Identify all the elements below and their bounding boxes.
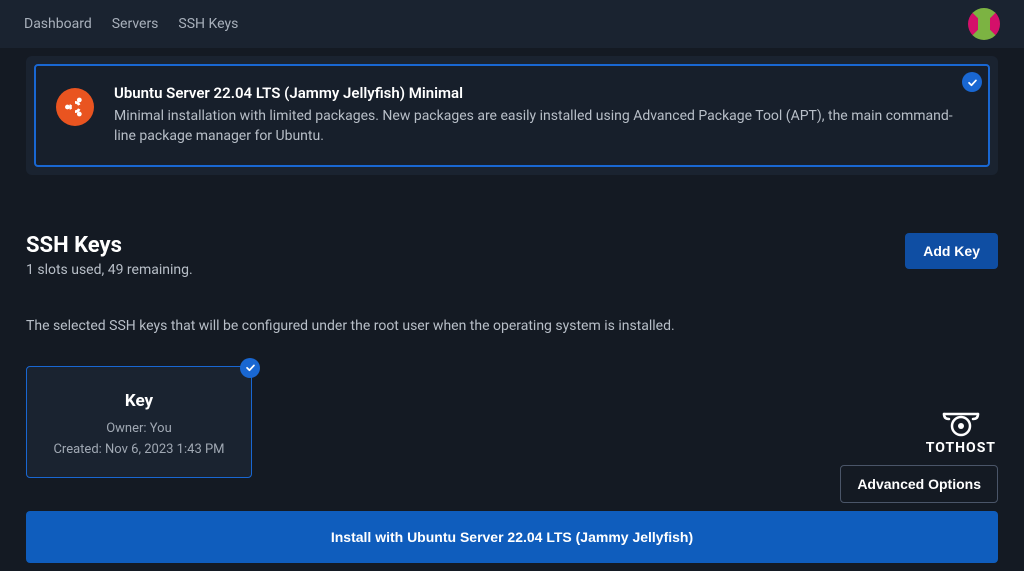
ssh-key-created: Created: Nov 6, 2023 1:43 PM xyxy=(41,442,237,457)
advanced-options-button[interactable]: Advanced Options xyxy=(840,465,998,503)
brand-name: TOTHOST xyxy=(926,440,996,456)
ssh-key-name: Key xyxy=(41,391,237,411)
ssh-keys-header: SSH Keys 1 slots used, 49 remaining. Add… xyxy=(26,233,998,278)
nav-servers[interactable]: Servers xyxy=(112,16,159,32)
check-icon xyxy=(240,358,260,378)
os-description: Minimal installation with limited packag… xyxy=(114,106,968,147)
nav-links: Dashboard Servers SSH Keys xyxy=(24,16,238,32)
nav-dashboard[interactable]: Dashboard xyxy=(24,16,92,32)
footer-actions: Advanced Options Install with Ubuntu Ser… xyxy=(26,465,998,563)
ssh-keys-heading: SSH Keys 1 slots used, 49 remaining. xyxy=(26,233,193,278)
install-button[interactable]: Install with Ubuntu Server 22.04 LTS (Ja… xyxy=(26,511,998,563)
ssh-keys-title: SSH Keys xyxy=(26,233,193,258)
os-text: Ubuntu Server 22.04 LTS (Jammy Jellyfish… xyxy=(114,84,968,147)
top-nav: Dashboard Servers SSH Keys xyxy=(0,0,1024,48)
check-icon xyxy=(962,72,982,92)
brand-logo: TOTHOST xyxy=(926,410,996,456)
avatar[interactable] xyxy=(968,8,1000,40)
os-card-container: Ubuntu Server 22.04 LTS (Jammy Jellyfish… xyxy=(26,56,998,175)
ssh-key-owner: Owner: You xyxy=(41,421,237,436)
ssh-key-card[interactable]: Key Owner: You Created: Nov 6, 2023 1:43… xyxy=(26,366,252,478)
add-key-button[interactable]: Add Key xyxy=(905,233,998,269)
ssh-keys-slots: 1 slots used, 49 remaining. xyxy=(26,262,193,278)
advanced-row: Advanced Options xyxy=(26,465,998,503)
os-card-ubuntu-minimal[interactable]: Ubuntu Server 22.04 LTS (Jammy Jellyfish… xyxy=(34,64,990,167)
tothost-icon xyxy=(938,410,984,438)
main-content: Ubuntu Server 22.04 LTS (Jammy Jellyfish… xyxy=(0,48,1024,478)
ssh-keys-note: The selected SSH keys that will be confi… xyxy=(26,318,998,334)
os-title: Ubuntu Server 22.04 LTS (Jammy Jellyfish… xyxy=(114,84,968,102)
nav-sshkeys[interactable]: SSH Keys xyxy=(178,16,238,32)
ubuntu-icon xyxy=(56,88,94,126)
